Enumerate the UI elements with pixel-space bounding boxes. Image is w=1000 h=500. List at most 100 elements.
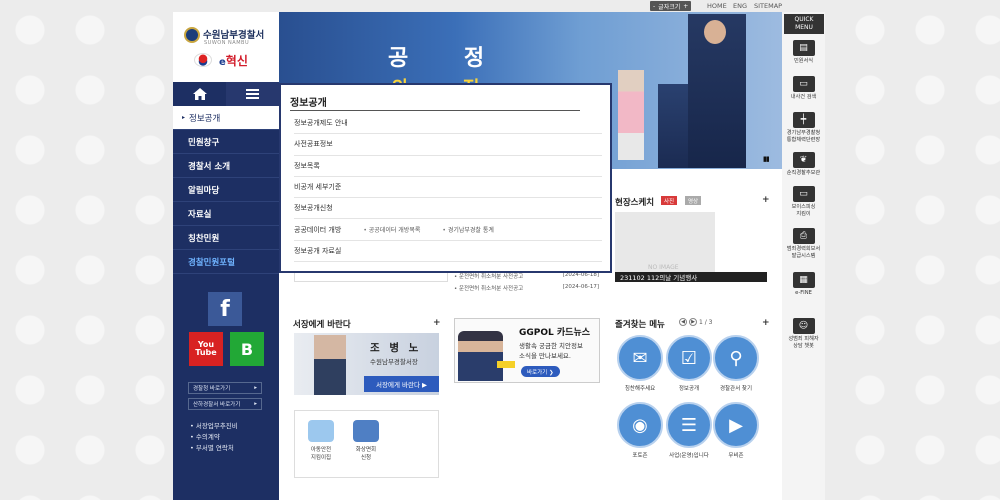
dropdown-item[interactable]: 정보목록 [294, 156, 602, 177]
dumbbell-icon: ┿ [792, 112, 815, 128]
side-item-about[interactable]: 경찰서 소개 [173, 154, 279, 178]
dropdown-subitem[interactable]: 공공데이터 개방목록 [363, 225, 421, 234]
ceo-more-button[interactable]: + [433, 318, 441, 328]
printer-icon: ⎙ [792, 228, 815, 244]
dropdown-item[interactable]: 사전공표정보 [294, 134, 602, 156]
sub-station-link-button[interactable]: 산하경찰서 바로가기 ▸ [188, 398, 262, 410]
banner-subheadline: 안 전 [392, 74, 503, 83]
news-title: 운전면허 취소처분 사전공고 [454, 284, 523, 292]
dropdown-item[interactable]: 정보공개제도 안내 [294, 113, 602, 135]
dropdown-item[interactable]: 정보공개 자료실 [294, 241, 602, 263]
home-link[interactable]: HOME [707, 2, 727, 10]
sitemap-link[interactable]: SITEMAP [754, 2, 782, 10]
fav-label: 포토존 [632, 453, 648, 459]
banner-officer-figure [688, 14, 746, 168]
fav-label: 무비존 [728, 453, 744, 459]
ggpol-go-button[interactable]: 바로가기 ❯ [521, 366, 560, 377]
korea-flag-icon [194, 53, 212, 67]
quick-item[interactable]: ▦ e-FINE [782, 272, 825, 297]
quick-item[interactable]: ▭ 보이스피싱 지킴이 [782, 186, 825, 217]
news-date: [2024-06-17] [562, 284, 599, 290]
quick-menu-title: QUICK MENU [784, 14, 824, 34]
police-agency-link-button[interactable]: 경찰청 바로가기 ▸ [188, 382, 262, 394]
next-icon[interactable]: ▶ [689, 318, 697, 326]
chatbot-icon: ☺ [792, 318, 815, 334]
contract-link[interactable]: • 수의계약 [190, 431, 220, 441]
tab-photo[interactable]: 사진 [661, 196, 678, 205]
banner-child-figure [618, 70, 644, 160]
news-title: 운전면허 취소처분 사전공고 [454, 272, 523, 280]
dropdown-item-label: 정보목록 [294, 161, 320, 170]
news-row[interactable]: 운전면허 취소처분 사전공고 [2024-06-17] [454, 284, 599, 292]
fav-label: 칭찬해주세요 [624, 386, 656, 392]
font-decrease-button[interactable]: - [653, 3, 655, 10]
tab-video[interactable]: 영상 [685, 196, 702, 205]
quick-item[interactable]: ❦ 순직경찰추모관 [782, 152, 825, 177]
sketch-caption[interactable]: 231102 112의날 기념행사 [615, 272, 767, 282]
dropdown-item-label: 정보공개 자료실 [294, 246, 342, 255]
fav-info[interactable]: ☑ 정보공개 [666, 335, 712, 392]
sketch-more-button[interactable]: + [762, 195, 770, 205]
slogan-e: e [219, 57, 226, 68]
leaf-icon: ❦ [792, 152, 815, 168]
side-item-civil-service[interactable]: 민원창구 [173, 130, 279, 154]
dropdown-item-label: 정보공개신청 [294, 204, 333, 213]
facebook-icon[interactable]: f [208, 292, 242, 326]
child-safety-service[interactable]: 아동안전 지킴이집 [306, 420, 336, 462]
favorites-pager: ◀ ▶ 1 / 3 [679, 318, 712, 326]
service-label: 아동안전 지킴이집 [310, 447, 332, 461]
video-visit-service[interactable]: 화상면회 신청 [350, 420, 382, 462]
blog-icon[interactable]: B [230, 332, 264, 366]
favorites-more-button[interactable]: + [762, 318, 770, 328]
font-increase-button[interactable]: + [683, 3, 688, 10]
quick-item[interactable]: ▭ 내사건 검색 [782, 76, 825, 101]
side-item-portal[interactable]: 경찰민원포털 [173, 250, 279, 274]
quick-label: 민원서식 [793, 58, 814, 64]
fav-movie[interactable]: ▶ 무비존 [713, 402, 759, 459]
contacts-link[interactable]: • 부서별 연락처 [190, 442, 234, 452]
search-icon: ⚲ [713, 335, 759, 381]
dropdown-list: 정보공개제도 안내 사전공표정보 정보목록 비공개 세부기준 정보공개신청 공공… [294, 113, 602, 263]
side-menu: 정보공개 민원창구 경찰서 소개 알림마당 자료실 칭찬민원 경찰민원포털 [173, 106, 279, 274]
youtube-icon[interactable]: You Tube [189, 332, 223, 366]
prev-icon[interactable]: ◀ [679, 318, 687, 326]
ceo-request-button[interactable]: 서장에게 바란다 ▶ [364, 376, 439, 392]
quick-label: 내사건 검색 [790, 94, 817, 100]
dropdown-subitem[interactable]: 경기남부경찰 통계 [442, 225, 494, 234]
dropdown-item[interactable]: 비공개 세부기준 [294, 177, 602, 199]
side-item-praise[interactable]: 칭찬민원 [173, 226, 279, 250]
eng-link[interactable]: ENG [733, 2, 747, 10]
site-title[interactable]: 수원남부경찰서 [203, 27, 264, 41]
quick-label: 순직경찰추모관 [786, 170, 821, 176]
video-camera-icon: ▶ [713, 402, 759, 448]
dropdown-item[interactable]: 정보공개신청 [294, 198, 602, 220]
ceo-role: 수원남부경찰서장 [370, 358, 418, 366]
home-button[interactable] [173, 82, 226, 106]
fav-business[interactable]: ☰ 사업(운영)입니다 [666, 402, 712, 459]
fav-label: 정보공개 [678, 386, 700, 392]
officer-illustration [458, 331, 503, 381]
expense-link[interactable]: • 서장업무추진비 [190, 420, 238, 430]
quick-item[interactable]: ┿ 경기남부경찰청 통합체력단련장 [782, 112, 825, 143]
side-item-archive[interactable]: 자료실 [173, 202, 279, 226]
news-row[interactable]: 운전면허 취소처분 사전공고 [2024-06-18] [454, 272, 599, 280]
ceo-photo [314, 335, 346, 395]
dropdown-item[interactable]: 공공데이터 개방 공공데이터 개방목록 경기남부경찰 통계 [294, 219, 602, 241]
side-item-notice[interactable]: 알림마당 [173, 178, 279, 202]
quick-item[interactable]: ⎙ 범죄경력회보서 발급시스템 [782, 228, 825, 259]
quick-item[interactable]: ▤ 민원서식 [782, 40, 825, 65]
fav-praise[interactable]: ✉ 칭찬해주세요 [617, 335, 663, 392]
fav-station-search[interactable]: ⚲ 경찰관서 찾기 [713, 335, 759, 392]
monitor-icon: ▭ [792, 76, 815, 92]
fav-photo[interactable]: ◉ 포토존 [617, 402, 663, 459]
favorites-page: 1 / 3 [699, 318, 713, 326]
side-item-info-disclosure[interactable]: 정보공개 [173, 106, 279, 130]
menu-button[interactable] [226, 82, 279, 106]
logo-area[interactable] [173, 12, 279, 82]
quick-item[interactable]: ☺ 성범죄 피해자 상담 챗봇 [782, 318, 825, 349]
quick-label: 보이스피싱 지킴이 [791, 204, 816, 217]
banner-pause-icon[interactable]: ▮▮ [763, 155, 770, 163]
police-emblem-icon [184, 27, 200, 43]
dropdown-item-label: 정보공개제도 안내 [294, 119, 348, 128]
font-size-control[interactable]: - 글자크기 + [650, 1, 692, 11]
